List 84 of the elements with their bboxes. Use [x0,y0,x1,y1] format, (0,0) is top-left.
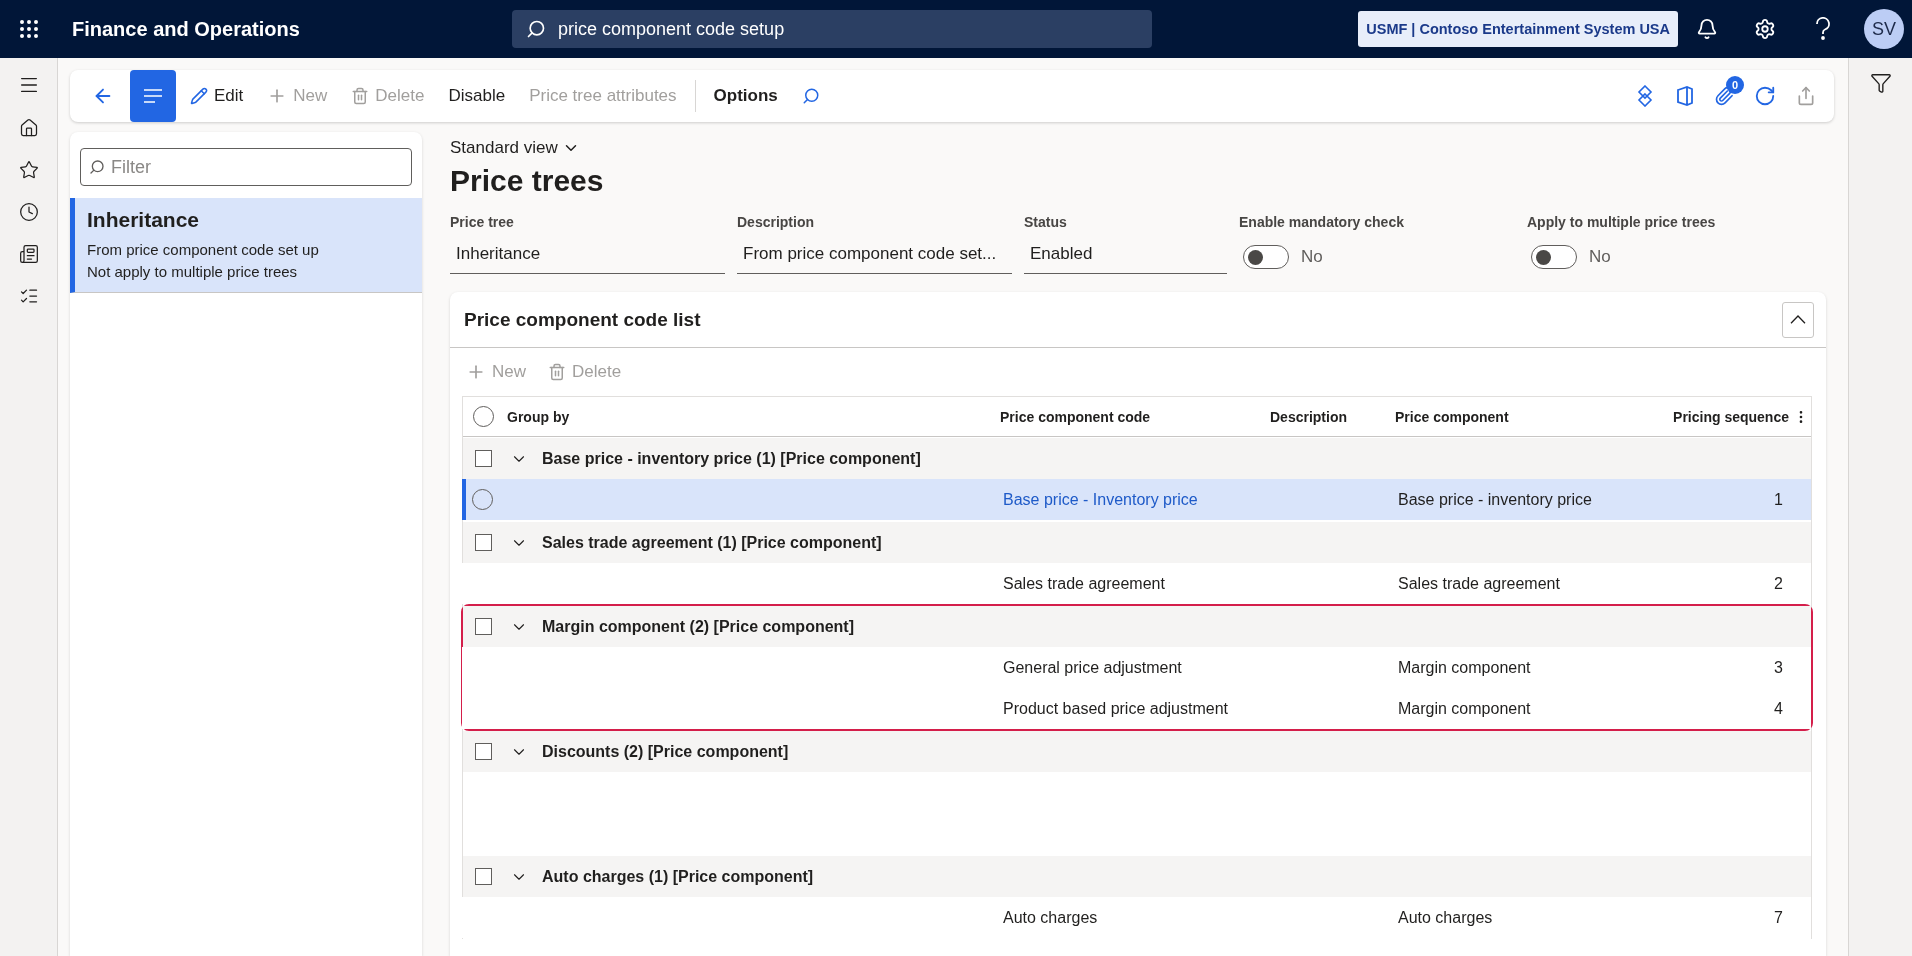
chevron-up-icon [1790,315,1806,324]
search-icon [526,19,546,39]
group-header-row[interactable]: Discounts (2) [Price component] [463,731,1811,772]
clock-icon[interactable] [18,202,39,222]
input-field[interactable]: Inheritance [450,240,725,274]
company-selector[interactable]: USMF | Contoso Entertainment System USA [1358,11,1678,47]
table-cell-text: 2 [1773,574,1784,593]
search-icon [89,159,105,175]
action-pane-button[interactable] [130,70,176,122]
field-label: Status [1024,214,1068,230]
list-item[interactable]: Inheritance From price component code set up Not apply to multiple price trees [70,198,422,293]
column-header[interactable]: Description [1270,408,1395,425]
table-cell-text: Auto charges [1398,908,1494,927]
view-selector[interactable]: Standard view [450,138,580,158]
table-cell-text: Sales trade agreement [1398,574,1561,593]
grid-row[interactable]: Product based price adjustment Margin component 4 [462,688,1811,729]
table-cell-text: 4 [1773,699,1784,718]
paperclip-icon[interactable] [1714,86,1734,106]
checkbox[interactable] [475,450,492,467]
group-title: Margin component (2) [Price component] [542,617,854,636]
refresh-icon[interactable] [1754,85,1776,107]
column-header[interactable]: Price component [1395,408,1655,425]
table-cell-text: Margin component [1398,699,1532,718]
toggle-switch[interactable] [1243,245,1289,269]
field-label: Apply to multiple price trees [1527,214,1717,230]
grid-row[interactable]: Base price - Inventory price Base price - inventory price 1 [462,479,1811,520]
trash-icon [548,363,566,381]
checkbox[interactable] [475,534,492,551]
table-cell-text: 1 [1773,490,1784,509]
table-cell-text: Product based price adjustment [1003,699,1229,718]
field-label: Price tree [450,214,515,230]
group-header-row[interactable]: Margin component (2) [Price component] [463,606,1811,647]
workspace-icon[interactable] [18,244,39,264]
checkbox[interactable] [475,618,492,635]
toggle-value: No [1301,247,1323,267]
item-title: Inheritance [87,208,201,232]
page-title: Price trees [450,164,605,198]
table-cell-text: Sales trade agreement [1003,574,1166,593]
item-detail: From price component code set up [87,241,320,258]
group-header-row[interactable]: Sales trade agreement (1) [Price component] [463,522,1811,563]
options-tab[interactable]: Options [703,76,788,116]
checkbox[interactable] [475,743,492,760]
open-new-window-icon[interactable] [1796,86,1816,106]
lines-icon [143,89,163,103]
input-field[interactable]: Enabled [1024,240,1227,274]
toolbar-button[interactable]: Disable [438,76,516,116]
column-header[interactable]: Price component code [1000,408,1270,425]
table-cell-text: 3 [1773,658,1784,677]
input-field[interactable]: From price component code set... [737,240,1012,274]
section-title: Price component code list [464,308,701,331]
table-cell-text: Auto charges [1003,908,1099,927]
group-header-row[interactable]: Auto charges (1) [Price component] [463,856,1811,897]
group-header-row[interactable]: Base price - inventory price (1) [Price component] [463,438,1811,479]
checkbox[interactable] [475,868,492,885]
group-title: Auto charges (1) [Price component] [542,867,814,886]
table-cell-text: Base price - inventory price [1398,490,1593,509]
collapse-button[interactable] [1782,301,1814,338]
toggle-value: No [1589,247,1611,267]
app-title: Finance and Operations [72,17,301,41]
toolbar-button[interactable]: Edit [180,76,254,116]
home-icon[interactable] [18,118,39,138]
table-cell[interactable]: Base price - Inventory price [1003,490,1273,509]
user-avatar[interactable]: SV [1864,9,1904,49]
item-detail: Not apply to multiple price trees [87,263,299,280]
count-badge: 0 [1726,76,1744,94]
table-cell-text: 7 [1773,908,1784,927]
office-icon[interactable] [1676,85,1694,107]
trash-icon [351,87,370,105]
field-label: Enable mandatory check [1239,214,1405,230]
search-field[interactable]: price component code setup [512,10,1152,48]
group-title: Sales trade agreement (1) [Price component] [542,533,882,552]
field-label: Description [737,214,815,230]
pencil-icon [190,87,208,105]
group-title: Discounts (2) [Price component] [542,742,789,761]
column-header[interactable]: Group by [503,408,1000,425]
group-title: Base price - inventory price (1) [Price component] [542,449,921,468]
toggle-switch[interactable] [1531,245,1577,269]
column-header[interactable]: Pricing sequence [1673,408,1789,425]
table-cell-text: General price adjustment [1003,658,1183,677]
search-icon [801,87,820,105]
filter-icon[interactable] [1869,72,1892,94]
table-cell-text: Margin component [1398,658,1532,677]
star-icon[interactable] [18,160,39,180]
filter-field[interactable]: Filter [80,148,412,186]
